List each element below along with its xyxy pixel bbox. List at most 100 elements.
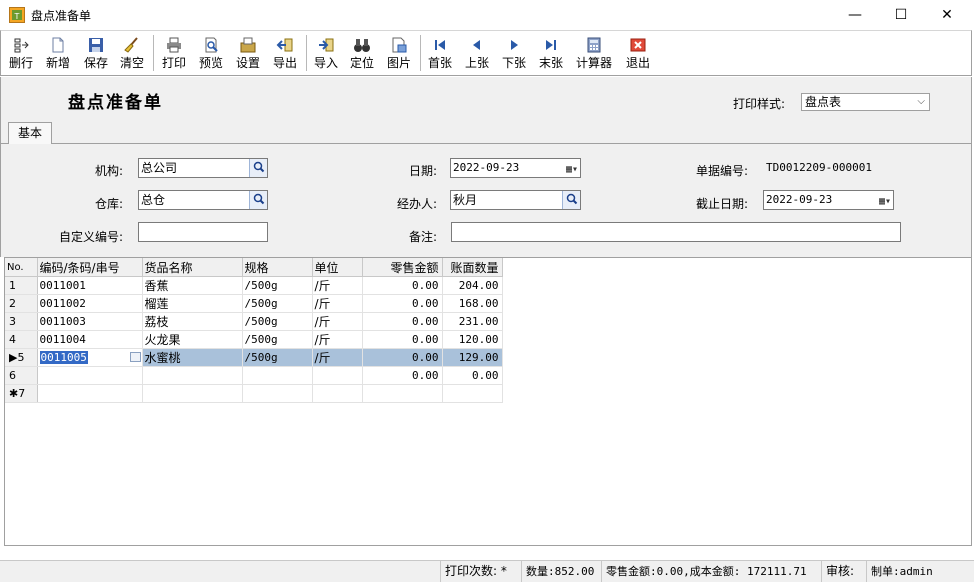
- exit-button[interactable]: 退出: [622, 33, 654, 73]
- item-code-cell[interactable]: [37, 366, 143, 385]
- print-button[interactable]: 打印: [158, 33, 190, 73]
- table-row[interactable]: 4 0011004 火龙果 /500g /斤 0.00 120.00: [5, 330, 503, 349]
- handler-value: 秋月: [453, 193, 478, 207]
- column-header[interactable]: 账面数量: [442, 258, 503, 277]
- book-qty-cell[interactable]: 129.00: [442, 348, 503, 367]
- date-field[interactable]: 2022-09-23 ▦▾: [450, 158, 581, 178]
- book-qty-cell[interactable]: [442, 384, 503, 403]
- item-spec-cell[interactable]: /500g: [242, 330, 313, 349]
- first-record-button[interactable]: 首张: [424, 33, 456, 73]
- item-name-cell[interactable]: [142, 384, 243, 403]
- retail-amount-cell[interactable]: 0.00: [362, 294, 443, 313]
- title-bar: T 盘点准备单 — ☐ ✕: [0, 0, 974, 30]
- item-unit-cell[interactable]: /斤: [312, 276, 363, 295]
- item-unit-cell[interactable]: [312, 366, 363, 385]
- print-style-select[interactable]: 盘点表 ⌵: [801, 93, 930, 111]
- org-field[interactable]: 总公司: [138, 158, 268, 178]
- item-spec-cell[interactable]: /500g: [242, 312, 313, 331]
- table-row[interactable]: 2 0011002 榴莲 /500g /斤 0.00 168.00: [5, 294, 503, 313]
- column-header[interactable]: 货品名称: [142, 258, 243, 277]
- item-name-cell[interactable]: 荔枝: [142, 312, 243, 331]
- item-unit-cell[interactable]: /斤: [312, 330, 363, 349]
- retail-amount-cell[interactable]: 0.00: [362, 348, 443, 367]
- column-header[interactable]: 零售金额: [362, 258, 443, 277]
- save-icon: [89, 38, 103, 52]
- previous-record-button[interactable]: 上张: [461, 33, 493, 73]
- retail-amount-cell[interactable]: 0.00: [362, 312, 443, 331]
- item-name-cell[interactable]: 香蕉: [142, 276, 243, 295]
- book-qty-cell[interactable]: 168.00: [442, 294, 503, 313]
- column-header[interactable]: No.: [5, 258, 38, 277]
- item-unit-cell[interactable]: /斤: [312, 312, 363, 331]
- new-button[interactable]: 新增: [42, 33, 74, 73]
- item-code-cell[interactable]: 0011003: [37, 312, 143, 331]
- app-icon: T: [9, 7, 25, 23]
- item-code-cell[interactable]: 0011004: [37, 330, 143, 349]
- item-spec-cell[interactable]: [242, 384, 313, 403]
- warehouse-label: 仓库:: [94, 197, 123, 211]
- column-header[interactable]: 单位: [312, 258, 363, 277]
- clear-button[interactable]: 清空: [116, 33, 148, 73]
- item-code-edit-text[interactable]: 0011005: [39, 351, 88, 364]
- item-name-cell[interactable]: 榴莲: [142, 294, 243, 313]
- table-row-new[interactable]: ✱7: [5, 384, 503, 403]
- item-spec-cell[interactable]: /500g: [242, 348, 313, 367]
- table-row[interactable]: 1 0011001 香蕉 /500g /斤 0.00 204.00: [5, 276, 503, 295]
- retail-amount-cell[interactable]: 0.00: [362, 330, 443, 349]
- locate-button[interactable]: 定位: [346, 33, 378, 73]
- maximize-button[interactable]: ☐: [878, 0, 924, 30]
- item-name-cell[interactable]: 火龙果: [142, 330, 243, 349]
- book-qty-cell[interactable]: 0.00: [442, 366, 503, 385]
- handler-lookup-button[interactable]: [562, 191, 580, 209]
- org-lookup-button[interactable]: [249, 159, 267, 177]
- last-record-button[interactable]: 末张: [535, 33, 567, 73]
- image-button[interactable]: 图片: [383, 33, 415, 73]
- retail-amount-cell[interactable]: 0.00: [362, 276, 443, 295]
- settings-button[interactable]: 设置: [232, 33, 264, 73]
- calendar-dropdown-icon[interactable]: ▦▾: [566, 161, 578, 177]
- warehouse-lookup-button[interactable]: [249, 191, 267, 209]
- cutoff-date-field[interactable]: 2022-09-23 ▦▾: [763, 190, 894, 210]
- retail-amount-cell[interactable]: [362, 384, 443, 403]
- book-qty-cell[interactable]: 231.00: [442, 312, 503, 331]
- export-button[interactable]: 导出: [269, 33, 301, 73]
- item-code-cell[interactable]: 0011002: [37, 294, 143, 313]
- remark-field[interactable]: [451, 222, 901, 242]
- item-code-cell-editing[interactable]: 0011005: [37, 348, 143, 367]
- close-button[interactable]: ✕: [924, 0, 970, 30]
- column-header[interactable]: 规格: [242, 258, 313, 277]
- custom-no-field[interactable]: [138, 222, 268, 242]
- item-code-cell[interactable]: 0011001: [37, 276, 143, 295]
- preview-button[interactable]: 预览: [195, 33, 227, 73]
- handler-field[interactable]: 秋月: [450, 190, 581, 210]
- column-header[interactable]: 编码/条码/串号: [37, 258, 143, 277]
- toolbar: 删行 新增 保存 清空 打印 预览 设置 导出 导入 定位 图片 首张 上张 下…: [0, 30, 972, 76]
- item-code-cell[interactable]: [37, 384, 143, 403]
- retail-amount-cell[interactable]: 0.00: [362, 366, 443, 385]
- save-button[interactable]: 保存: [80, 33, 112, 73]
- tab-basic[interactable]: 基本: [8, 122, 52, 144]
- item-unit-cell[interactable]: /斤: [312, 294, 363, 313]
- item-name-cell[interactable]: 水蜜桃: [142, 348, 243, 367]
- import-button[interactable]: 导入: [310, 33, 342, 73]
- item-unit-cell[interactable]: [312, 384, 363, 403]
- calculator-button[interactable]: 计算器: [573, 33, 615, 73]
- item-unit-cell[interactable]: /斤: [312, 348, 363, 367]
- calendar-dropdown-icon[interactable]: ▦▾: [879, 193, 891, 209]
- table-row-selected[interactable]: ▶5 0011005 水蜜桃 /500g /斤 0.00 129.00: [5, 348, 503, 367]
- item-spec-cell[interactable]: [242, 366, 313, 385]
- table-row[interactable]: 6 0.00 0.00: [5, 366, 503, 385]
- cell-lookup-button[interactable]: [129, 352, 141, 362]
- last-record-label: 末张: [538, 56, 563, 70]
- table-row[interactable]: 3 0011003 荔枝 /500g /斤 0.00 231.00: [5, 312, 503, 331]
- next-record-button[interactable]: 下张: [498, 33, 530, 73]
- grid-header-row: No. 编码/条码/串号 货品名称 规格 单位 零售金额 账面数量: [5, 258, 503, 277]
- item-spec-cell[interactable]: /500g: [242, 294, 313, 313]
- book-qty-cell[interactable]: 120.00: [442, 330, 503, 349]
- item-name-cell[interactable]: [142, 366, 243, 385]
- warehouse-field[interactable]: 总仓: [138, 190, 268, 210]
- item-spec-cell[interactable]: /500g: [242, 276, 313, 295]
- minimize-button[interactable]: —: [832, 0, 878, 30]
- delete-row-button[interactable]: 删行: [5, 33, 37, 73]
- book-qty-cell[interactable]: 204.00: [442, 276, 503, 295]
